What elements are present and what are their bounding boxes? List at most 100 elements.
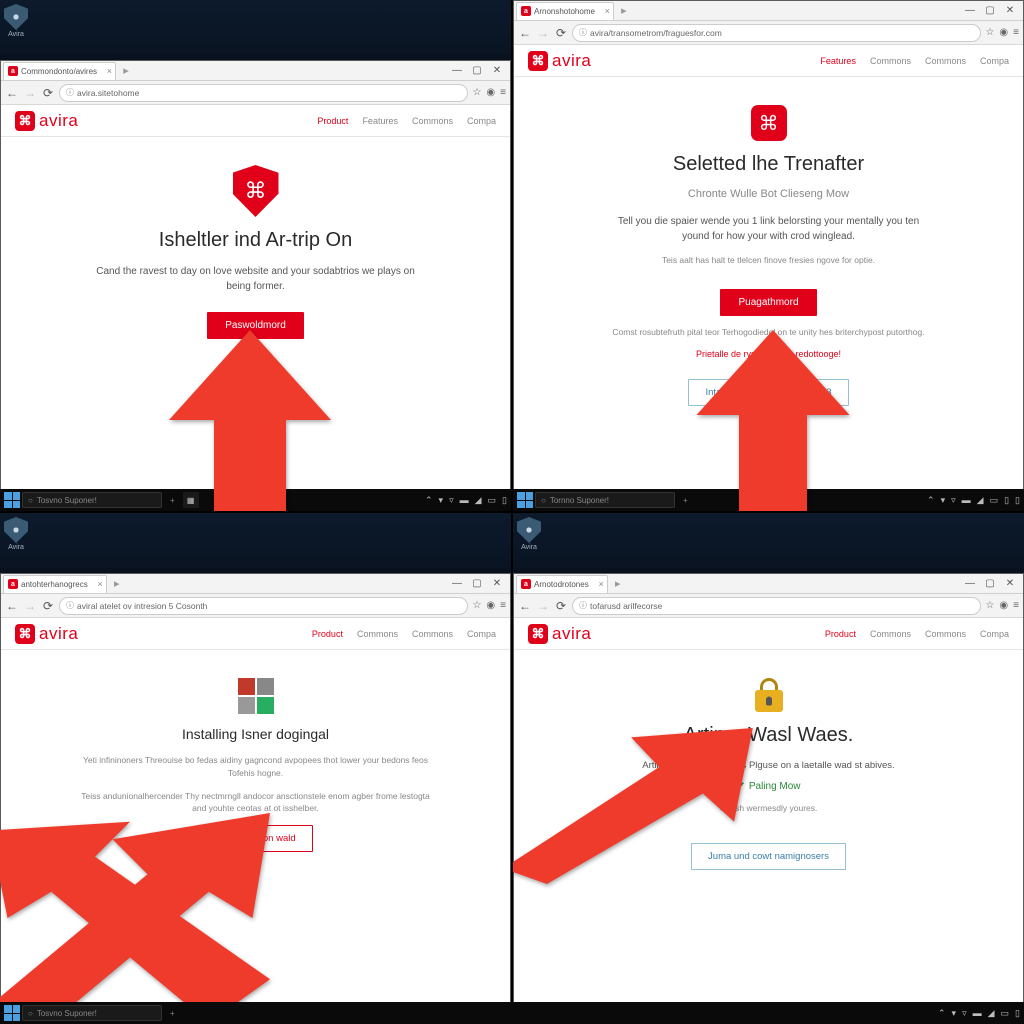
maximize-button[interactable]: ▢ <box>470 578 484 589</box>
nav-link[interactable]: Compa <box>980 56 1009 66</box>
tray-action-icon[interactable]: ▯ <box>1015 495 1020 506</box>
back-button[interactable]: ← <box>518 599 532 613</box>
minimize-button[interactable]: — <box>963 5 977 16</box>
reload-button[interactable]: ⟳ <box>554 26 568 40</box>
nav-link[interactable]: Commons <box>925 56 966 66</box>
nav-link[interactable]: Commons <box>925 629 966 639</box>
tray-action-icon[interactable]: ▯ <box>502 495 507 506</box>
url-input[interactable]: ⓘ avira.sitetohome <box>59 84 468 102</box>
taskbar-search[interactable]: Tosvno Suponer! <box>22 492 162 508</box>
tray-action-icon[interactable]: ▯ <box>1015 1008 1020 1019</box>
nav-link[interactable]: Product <box>312 629 343 639</box>
tray-lang-icon[interactable]: ▭ <box>990 495 999 506</box>
tray-batt-icon[interactable]: ▬ <box>973 1008 982 1018</box>
tray-net-icon[interactable]: ▾ <box>941 495 946 506</box>
back-button[interactable]: ← <box>518 26 532 40</box>
taskbar-search[interactable]: Tosvno Suponer! <box>22 1005 162 1021</box>
close-tab-icon[interactable]: × <box>107 66 112 76</box>
tray-clock-icon[interactable]: ▯ <box>1004 495 1009 506</box>
menu-icon[interactable]: ≡ <box>500 600 506 611</box>
page-link[interactable]: Prietalle de rysas on der redottooge! <box>528 349 1009 359</box>
forward-button[interactable]: → <box>536 599 550 613</box>
close-window-button[interactable]: ✕ <box>1003 5 1017 16</box>
reload-button[interactable]: ⟳ <box>41 86 55 100</box>
task-view-button[interactable]: + <box>683 496 688 505</box>
tray-batt-icon[interactable]: ▬ <box>460 495 469 505</box>
maximize-button[interactable]: ▢ <box>983 5 997 16</box>
browser-tab[interactable]: a Arnonshotohome × <box>516 2 614 20</box>
nav-link[interactable]: Features <box>820 56 856 66</box>
nav-link[interactable]: Compa <box>467 116 496 126</box>
maximize-button[interactable]: ▢ <box>470 65 484 76</box>
brand[interactable]: ⌘ avira <box>528 624 591 644</box>
url-input[interactable]: ⓘ aviral atelet ov intresion 5 Cosonth <box>59 597 468 615</box>
nav-link[interactable]: Commons <box>412 116 453 126</box>
url-input[interactable]: ⓘ tofarusd arilfecorse <box>572 597 981 615</box>
reload-button[interactable]: ⟳ <box>554 599 568 613</box>
minimize-button[interactable]: — <box>963 578 977 589</box>
tray-up-icon[interactable]: ⌃ <box>425 495 433 506</box>
menu-icon[interactable]: ≡ <box>1013 600 1019 611</box>
browser-tab[interactable]: a Commondonto/avires × <box>3 62 116 80</box>
close-window-button[interactable]: ✕ <box>490 65 504 76</box>
pinned-app[interactable]: ▦ <box>183 492 199 508</box>
start-button[interactable] <box>4 1005 20 1021</box>
close-tab-icon[interactable]: × <box>598 579 603 589</box>
reload-button[interactable]: ⟳ <box>41 599 55 613</box>
minimize-button[interactable]: — <box>450 65 464 76</box>
tray-up-icon[interactable]: ⌃ <box>938 1008 946 1019</box>
forward-button[interactable]: → <box>23 86 37 100</box>
start-button[interactable] <box>4 492 20 508</box>
tray-wifi-icon[interactable]: ◢ <box>988 1008 995 1019</box>
star-icon[interactable]: ☆ <box>985 27 994 38</box>
star-icon[interactable]: ☆ <box>472 87 481 98</box>
outline-cta-button[interactable]: Juma und cowt namignosers <box>691 843 846 870</box>
maximize-button[interactable]: ▢ <box>983 578 997 589</box>
task-view-button[interactable]: + <box>170 1009 175 1018</box>
nav-link[interactable]: Commons <box>412 629 453 639</box>
brand[interactable]: ⌘ avira <box>15 624 78 644</box>
close-tab-icon[interactable]: × <box>97 579 102 589</box>
nav-link[interactable]: Commons <box>870 56 911 66</box>
tray-net-icon[interactable]: ▾ <box>439 495 444 506</box>
extension-icon[interactable]: ◉ <box>999 600 1008 611</box>
start-button[interactable] <box>517 492 533 508</box>
menu-icon[interactable]: ≡ <box>1013 27 1019 38</box>
tray-up-icon[interactable]: ⌃ <box>927 495 935 506</box>
nav-link[interactable]: Features <box>362 116 398 126</box>
tray-wifi-icon[interactable]: ◢ <box>977 495 984 506</box>
nav-link[interactable]: Commons <box>357 629 398 639</box>
desktop-app-icon[interactable]: Avira <box>4 4 28 38</box>
back-button[interactable]: ← <box>5 86 19 100</box>
star-icon[interactable]: ☆ <box>472 600 481 611</box>
extension-icon[interactable]: ◉ <box>486 87 495 98</box>
outline-cta-button[interactable]: Sapdoncol on wald <box>198 825 312 852</box>
tray-vol-icon[interactable]: ▿ <box>962 1008 967 1019</box>
menu-icon[interactable]: ≡ <box>500 87 506 98</box>
back-button[interactable]: ← <box>5 599 19 613</box>
close-tab-icon[interactable]: × <box>605 6 610 16</box>
tray-lang-icon[interactable]: ▭ <box>488 495 497 506</box>
nav-link[interactable]: Product <box>317 116 348 126</box>
new-tab-button[interactable]: ▸ <box>109 577 125 591</box>
brand[interactable]: ⌘ avira <box>528 51 591 71</box>
secondary-button-left[interactable]: Intanlu <box>688 379 751 406</box>
nav-link[interactable]: Product <box>825 629 856 639</box>
star-icon[interactable]: ☆ <box>985 600 994 611</box>
browser-tab[interactable]: a Arnotodrotones × <box>516 575 608 593</box>
url-input[interactable]: ⓘ avira/transometrom/fraguesfor.com <box>572 24 981 42</box>
browser-tab[interactable]: a antohterhanogrecs × <box>3 575 107 593</box>
new-tab-button[interactable]: ▸ <box>610 577 626 591</box>
task-view-button[interactable]: + <box>170 496 175 505</box>
forward-button[interactable]: → <box>23 599 37 613</box>
new-tab-button[interactable]: ▸ <box>118 64 134 78</box>
desktop-app-icon[interactable]: Avira <box>517 517 541 551</box>
desktop-app-icon[interactable]: Avira <box>4 517 28 551</box>
tray-lang-icon[interactable]: ▭ <box>1001 1008 1010 1019</box>
tray-net-icon[interactable]: ▾ <box>952 1008 957 1019</box>
forward-button[interactable]: → <box>536 26 550 40</box>
tray-batt-icon[interactable]: ▬ <box>962 495 971 505</box>
nav-link[interactable]: Compa <box>467 629 496 639</box>
minimize-button[interactable]: — <box>450 578 464 589</box>
nav-link[interactable]: Commons <box>870 629 911 639</box>
